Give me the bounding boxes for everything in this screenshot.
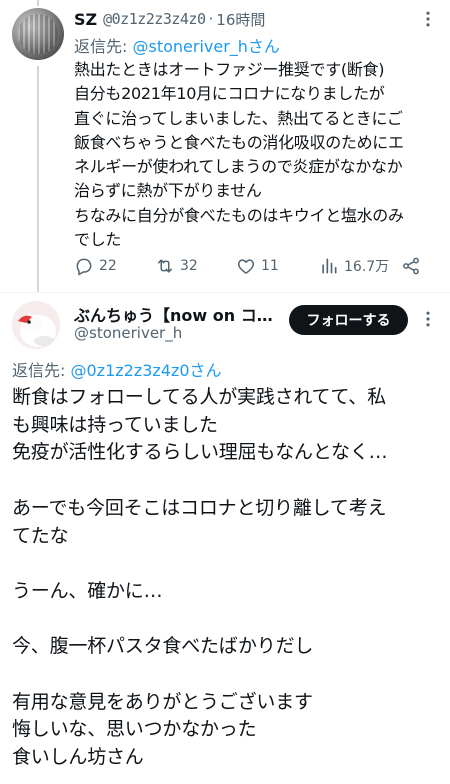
text-line: ネルギーが使われてしまうので炎症がなかなか: [74, 157, 403, 177]
like-icon: [237, 259, 255, 274]
thread-line: [37, 66, 39, 292]
follow-button[interactable]: フォローする: [289, 305, 408, 335]
text-line: [12, 550, 440, 578]
text-line: でした: [74, 230, 122, 250]
text-line: も興味は持っていました: [12, 413, 218, 436]
reply-prefix: 返信先:: [74, 37, 133, 56]
text-line: うーん、確かに…: [12, 579, 163, 602]
avatar-buncyu[interactable]: [12, 301, 60, 349]
text-line: 熱出たときはオートファジー推奨です(断食): [74, 60, 385, 79]
text-line: 悔しいな、思いつかなかった: [12, 718, 257, 741]
author-name[interactable]: SZ: [74, 10, 97, 29]
reply-count: 22: [99, 258, 117, 274]
reply-prefix: 返信先:: [12, 361, 71, 380]
like-count: 11: [261, 258, 279, 274]
reply-button[interactable]: 22: [74, 254, 117, 278]
text-line: ちなみに自分が食べたものはキウイと塩水のみ: [74, 205, 404, 225]
text-line: [12, 661, 440, 689]
main-tweet-text: 断食はフォローしてる人が実践されてて、私 も興味は持っていました 免疫が活性化す…: [12, 384, 440, 772]
text-line: てたな: [12, 524, 69, 547]
replying-to: 返信先: @0z1z2z3z4z0さん: [12, 357, 222, 381]
text-line: 直ぐに治ってしまいました、熱出てるときにご: [74, 108, 403, 128]
retweet-count: 32: [180, 258, 198, 274]
like-button[interactable]: 11: [236, 254, 279, 278]
more-icon[interactable]: [418, 309, 438, 329]
text-line: 治らずに熱が下がりません: [74, 181, 262, 201]
retweet-button[interactable]: 32: [155, 254, 198, 278]
tweet-time[interactable]: 16時間: [216, 9, 265, 30]
text-line: 自分も2021年10月にコロナになりましたが: [74, 84, 385, 104]
reply-mention-link[interactable]: @stoneriver_hさん: [132, 37, 279, 56]
text-line: 飯食べちゃうと食べたもの消化吸収のためにエ: [74, 132, 404, 152]
views-count: 16.7万: [344, 259, 390, 275]
views-button[interactable]: 16.7万: [319, 254, 389, 278]
text-line: 有用な意見をありがとうございます: [12, 690, 313, 713]
views-icon: [322, 258, 337, 274]
share-button[interactable]: [401, 254, 421, 278]
author-name[interactable]: ぶんちゅう【now on コ…: [74, 302, 274, 326]
reply-tweet-header: SZ @0z1z2z3z4z0 · 16時間: [74, 8, 265, 30]
share-icon: [403, 257, 419, 275]
tweet-actions: 22 32 11 16.7万: [74, 254, 434, 278]
separator-dot: ·: [208, 10, 214, 28]
text-line: [12, 606, 440, 634]
author-handle[interactable]: @stoneriver_h: [74, 324, 182, 342]
tweet-divider: [0, 292, 450, 293]
text-line: 食いしん坊さん: [12, 746, 144, 769]
author-handle[interactable]: @0z1z2z3z4z0: [103, 10, 206, 28]
text-line: [12, 467, 440, 495]
replying-to: 返信先: @stoneriver_hさん: [74, 33, 280, 57]
text-line: 今、腹一杯パスタ食べたばかりだし: [12, 635, 314, 658]
text-line: あーでも今回そこはコロナと切り離して考え: [12, 496, 387, 519]
thread-line-top: [37, 0, 39, 6]
text-line: 免疫が活性化するらしい理屈もなんとなく…: [12, 441, 388, 464]
retweet-icon: [158, 259, 172, 273]
reply-mention-link[interactable]: @0z1z2z3z4z0さん: [70, 361, 221, 380]
reply-tweet-text: 熱出たときはオートファジー推奨です(断食) 自分も2021年10月にコロナになり…: [74, 58, 444, 252]
text-line: 断食はフォローしてる人が実践されてて、私: [12, 386, 386, 408]
avatar-sz[interactable]: [12, 8, 64, 60]
reply-icon: [76, 258, 92, 276]
bird-avatar-image: [12, 301, 60, 349]
more-icon[interactable]: [418, 9, 438, 29]
